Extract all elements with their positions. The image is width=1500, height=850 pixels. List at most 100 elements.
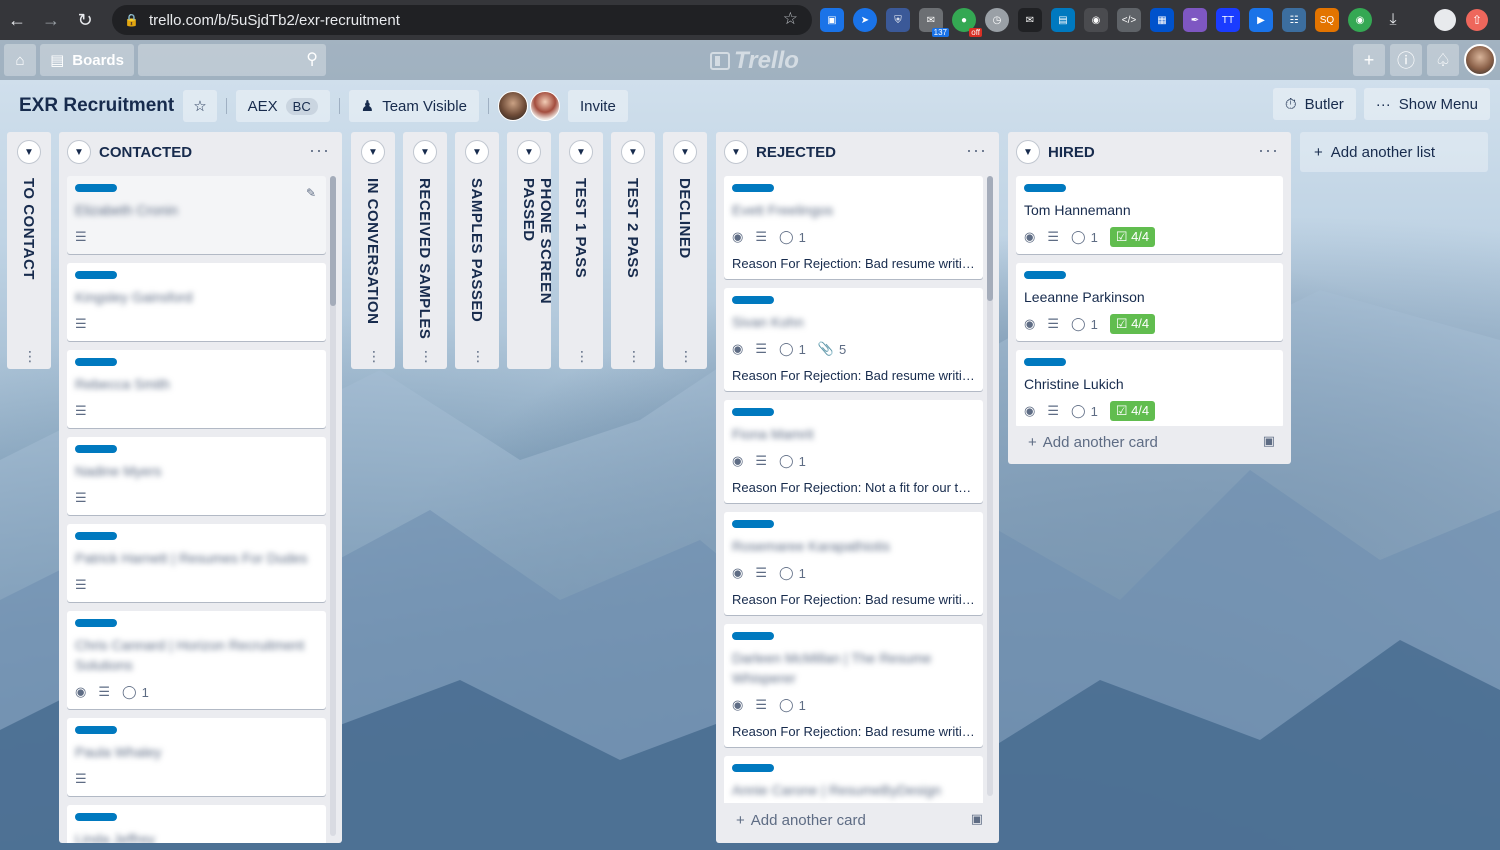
list-more-icon[interactable]: ⋮ xyxy=(419,349,433,363)
compass-extension-icon[interactable]: ➤ xyxy=(853,8,877,32)
card[interactable]: Linda Jeffrey xyxy=(67,805,326,843)
add-card-button[interactable]: + Add another card ▣ xyxy=(1024,428,1281,456)
list-test-2-pass[interactable]: ▼ TEST 2 PASS ⋮ xyxy=(611,132,655,369)
extension-icon[interactable]: ▣ xyxy=(820,8,844,32)
card-template-icon[interactable]: ▣ xyxy=(1263,433,1275,449)
card[interactable]: Elizabeth Cronin ✎ ☰ xyxy=(67,176,326,254)
list-phone-screen-passed[interactable]: ▼ PHONE SCREEN PASSED xyxy=(507,132,554,369)
address-bar[interactable]: 🔒 trello.com/b/5uSjdTb2/exr-recruitment … xyxy=(112,5,812,35)
list-more-icon[interactable]: ⋮ xyxy=(679,349,693,363)
card[interactable]: Patrick Harnett | Resumes For Dudes ☰ xyxy=(67,524,326,602)
notifications-button[interactable]: ♤ xyxy=(1427,44,1459,76)
counter-extension-icon[interactable]: ✉ 137 xyxy=(919,8,949,37)
card[interactable]: Chris Cannard | Horizon Recruitment Solu… xyxy=(67,611,326,709)
expand-list-icon[interactable]: ▼ xyxy=(673,140,697,164)
expand-list-icon[interactable]: ▼ xyxy=(17,140,41,164)
card[interactable]: Christine Lukich ◉ ☰ ◯ 1 ☑ 4/4 xyxy=(1016,350,1283,426)
search-input[interactable]: ⚲ xyxy=(138,44,326,76)
list-more-icon[interactable]: ⋮ xyxy=(23,349,37,363)
trello-logo[interactable]: Trello xyxy=(710,47,799,75)
user-avatar[interactable] xyxy=(1464,44,1496,76)
board-title[interactable]: EXR Recruitment xyxy=(10,95,183,117)
scrollbar-thumb[interactable] xyxy=(987,176,993,301)
expand-list-icon[interactable]: ▼ xyxy=(569,140,593,164)
list-title[interactable]: REJECTED xyxy=(756,144,836,161)
star-board-button[interactable]: ☆ xyxy=(183,90,217,122)
card[interactable]: Nadine Myers ☰ xyxy=(67,437,326,515)
expand-list-icon[interactable]: ▼ xyxy=(517,140,541,164)
list-menu-icon[interactable]: ··· xyxy=(966,140,987,161)
expand-list-icon[interactable]: ▼ xyxy=(465,140,489,164)
scrollbar-thumb[interactable] xyxy=(330,176,336,306)
card[interactable]: Darleen McMillan | The Resume Whisperer … xyxy=(724,624,983,747)
browser-update-icon[interactable]: ⇧ xyxy=(1466,9,1488,31)
bookmark-star-icon[interactable]: ☆ xyxy=(783,9,798,29)
list-title[interactable]: HIRED xyxy=(1048,144,1095,161)
tt-extension-icon[interactable]: TT xyxy=(1216,8,1240,32)
member-avatar[interactable] xyxy=(529,91,560,121)
toggle-extension-icon[interactable]: ● off xyxy=(952,8,982,37)
list-samples-passed[interactable]: ▼ SAMPLES PASSED ⋮ xyxy=(455,132,499,369)
collapse-list-icon[interactable]: ▼ xyxy=(724,140,748,164)
scrollbar[interactable] xyxy=(987,176,993,796)
card[interactable]: Annie Carone | ResumeByDesign xyxy=(724,756,983,803)
mail-extension-icon[interactable]: ✉ xyxy=(1018,8,1042,32)
list-menu-icon[interactable]: ··· xyxy=(309,140,330,161)
create-button[interactable]: + xyxy=(1353,44,1385,76)
flag-extension-icon[interactable]: ▶ xyxy=(1249,8,1273,32)
browser-profile-icon[interactable] xyxy=(1434,9,1456,31)
list-menu-icon[interactable]: ··· xyxy=(1258,140,1279,161)
card[interactable]: Paula Whaley ☰ xyxy=(67,718,326,796)
list-more-icon[interactable]: ⋮ xyxy=(627,349,641,363)
eye-extension-icon[interactable]: ◉ xyxy=(1084,8,1108,32)
card[interactable]: Rosemaree Karapathiotis ◉ ☰ ◯ 1 Reason Fo… xyxy=(724,512,983,615)
scrollbar[interactable] xyxy=(330,176,336,836)
edit-pencil-icon[interactable]: ✎ xyxy=(306,186,316,200)
show-menu-button[interactable]: ··· Show Menu xyxy=(1363,88,1490,120)
list-more-icon[interactable]: ⋮ xyxy=(367,349,381,363)
member-avatar[interactable] xyxy=(497,91,528,121)
list-declined[interactable]: ▼ DECLINED ⋮ xyxy=(663,132,707,369)
card-template-icon[interactable]: ▣ xyxy=(971,811,983,827)
butler-button[interactable]: ⏱ Butler xyxy=(1272,88,1356,120)
list-more-icon[interactable]: ⋮ xyxy=(575,349,589,363)
reload-icon[interactable]: ↻ xyxy=(68,3,102,37)
timer-extension-icon[interactable]: ◷ xyxy=(985,8,1009,32)
add-card-button[interactable]: + Add another card ▣ xyxy=(732,806,989,834)
pen-extension-icon[interactable]: ✒ xyxy=(1183,8,1207,32)
download-icon[interactable]: ⤓ xyxy=(1381,8,1405,32)
expand-list-icon[interactable]: ▼ xyxy=(621,140,645,164)
list-title[interactable]: CONTACTED xyxy=(99,144,192,161)
back-arrow-icon[interactable]: ← xyxy=(0,3,34,37)
android-extension-icon[interactable]: ◉ xyxy=(1348,8,1372,32)
expand-list-icon[interactable]: ▼ xyxy=(361,140,385,164)
home-button[interactable]: ⌂ xyxy=(4,44,36,76)
card[interactable]: Rebecca Smith ☰ xyxy=(67,350,326,428)
list-to-contact[interactable]: ▼ TO CONTACT ⋮ xyxy=(7,132,51,369)
info-button[interactable]: ⓘ xyxy=(1390,44,1422,76)
card[interactable]: Sivan Kohn ◉ ☰ ◯ 1 📎 5 Reason For Rejectio… xyxy=(724,288,983,391)
list-in-conversation[interactable]: ▼ IN CONVERSATION ⋮ xyxy=(351,132,395,369)
visibility-button[interactable]: ♟ Team Visible xyxy=(348,90,479,122)
team-button[interactable]: AEX BC xyxy=(235,90,330,122)
shield-extension-icon[interactable]: ⛨ xyxy=(886,8,910,32)
seo-extension-icon[interactable]: SQ xyxy=(1315,8,1339,32)
collapse-list-icon[interactable]: ▼ xyxy=(1016,140,1040,164)
trello-extension-icon[interactable]: ▤ xyxy=(1051,8,1075,32)
card[interactable]: Kingsley Gainsford ☰ xyxy=(67,263,326,341)
card[interactable]: Fiona Mamrit ◉ ☰ ◯ 1 Reason For Rejection… xyxy=(724,400,983,503)
card[interactable]: Tom Hannemann ◉ ☰ ◯ 1 ☑ 4/4 xyxy=(1016,176,1283,254)
card[interactable]: Evett Freelingos ◉ ☰ ◯ 1 Reason For Rejec… xyxy=(724,176,983,279)
collapse-list-icon[interactable]: ▼ xyxy=(67,140,91,164)
invite-button[interactable]: Invite xyxy=(567,90,628,122)
add-list-button[interactable]: + Add another list xyxy=(1300,132,1488,172)
list-test-1-pass[interactable]: ▼ TEST 1 PASS ⋮ xyxy=(559,132,603,369)
forward-arrow-icon[interactable]: → xyxy=(34,3,68,37)
board-extension-icon[interactable]: ▦ xyxy=(1150,8,1174,32)
list-received-samples[interactable]: ▼ RECEIVED SAMPLES ⋮ xyxy=(403,132,447,369)
boards-button[interactable]: ▤ Boards xyxy=(40,44,134,76)
code-extension-icon[interactable]: </> xyxy=(1117,8,1141,32)
card[interactable]: Leeanne Parkinson ◉ ☰ ◯ 1 ☑ 4/4 xyxy=(1016,263,1283,341)
list-more-icon[interactable]: ⋮ xyxy=(471,349,485,363)
grid-extension-icon[interactable]: ☷ xyxy=(1282,8,1306,32)
